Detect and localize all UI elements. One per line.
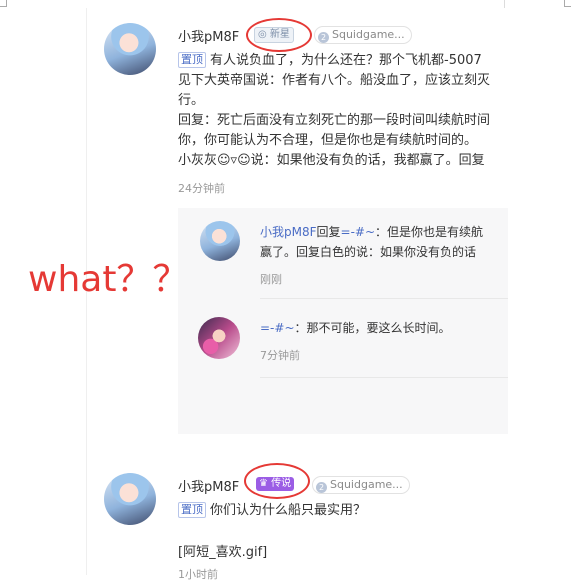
comment-line: 行。: [178, 93, 205, 108]
reply-username[interactable]: =-#~: [260, 321, 295, 335]
handwritten-annotation: what？？: [28, 259, 189, 300]
comment-username[interactable]: 小我pM8F: [178, 476, 239, 495]
group-tag[interactable]: 2 Squidgame...: [314, 26, 412, 44]
user-avatar[interactable]: [104, 23, 156, 75]
pinned-tag: 置顶: [178, 502, 206, 518]
reply-divider: [260, 298, 508, 299]
comment-username[interactable]: 小我pM8F: [178, 26, 239, 45]
group-tag-label: Squidgame...: [330, 478, 403, 491]
comment-line: 置顶 有人说负血了，为什么还在？那个飞机都-5007: [178, 51, 482, 70]
comment-attachment[interactable]: [阿短_喜欢.gif]: [178, 543, 267, 562]
comment-line: 你，你可能认为不合理，但是你也是有续航时间的。: [178, 133, 478, 148]
comment-text: 有人说负血了，为什么还在？那个飞机都-5007: [210, 53, 482, 68]
red-circle-annotation: [244, 463, 310, 499]
group-icon: 2: [316, 482, 327, 493]
reply-line: 小我pM8F回复=-#~：但是你也是有续航: [260, 223, 483, 241]
reply-text: ：那不可能，要这么长时间。: [294, 321, 451, 335]
reply-username[interactable]: 小我pM8F: [260, 225, 317, 239]
comment-line: 见下大英帝国说：作者有八个。船没血了，应该立刻灭: [178, 73, 491, 88]
comment-timestamp: 24分钟前: [178, 182, 225, 195]
reply-divider: [260, 377, 508, 378]
crop-mark: [0, 0, 7, 7]
group-tag[interactable]: 2 Squidgame...: [312, 476, 410, 494]
pinned-tag: 置顶: [178, 52, 206, 68]
comment-line: 回复：死亡后面没有立刻死亡的那一段时间叫续航时间: [178, 113, 491, 128]
user-avatar[interactable]: [104, 473, 156, 525]
reply-avatar[interactable]: [200, 221, 240, 261]
comment-line: 小灰灰☺▿☺说：如果他没有负的话，我都赢了。回复: [178, 153, 485, 168]
reply-avatar[interactable]: [198, 317, 240, 359]
reply-word: 回复: [316, 225, 341, 239]
comment-timestamp: 1小时前: [178, 568, 218, 581]
group-icon: 2: [318, 32, 329, 43]
reply-line: 赢了。回复白色的说：如果你没有负的话: [260, 245, 477, 259]
group-tag-label: Squidgame...: [332, 28, 405, 41]
reply-text: ：但是你也是有续航: [375, 225, 484, 239]
reply-timestamp: 刚刚: [260, 273, 282, 286]
red-circle-annotation: [246, 18, 312, 52]
crop-mark: [564, 0, 571, 7]
comment-line: 置顶 你们认为什么船只最实用？: [178, 501, 366, 520]
comment-text: 你们认为什么船只最实用？: [210, 503, 367, 518]
reply-timestamp: 7分钟前: [260, 349, 300, 362]
reply-target-user[interactable]: =-#~: [341, 225, 376, 239]
reply-line: =-#~：那不可能，要这么长时间。: [260, 319, 451, 337]
